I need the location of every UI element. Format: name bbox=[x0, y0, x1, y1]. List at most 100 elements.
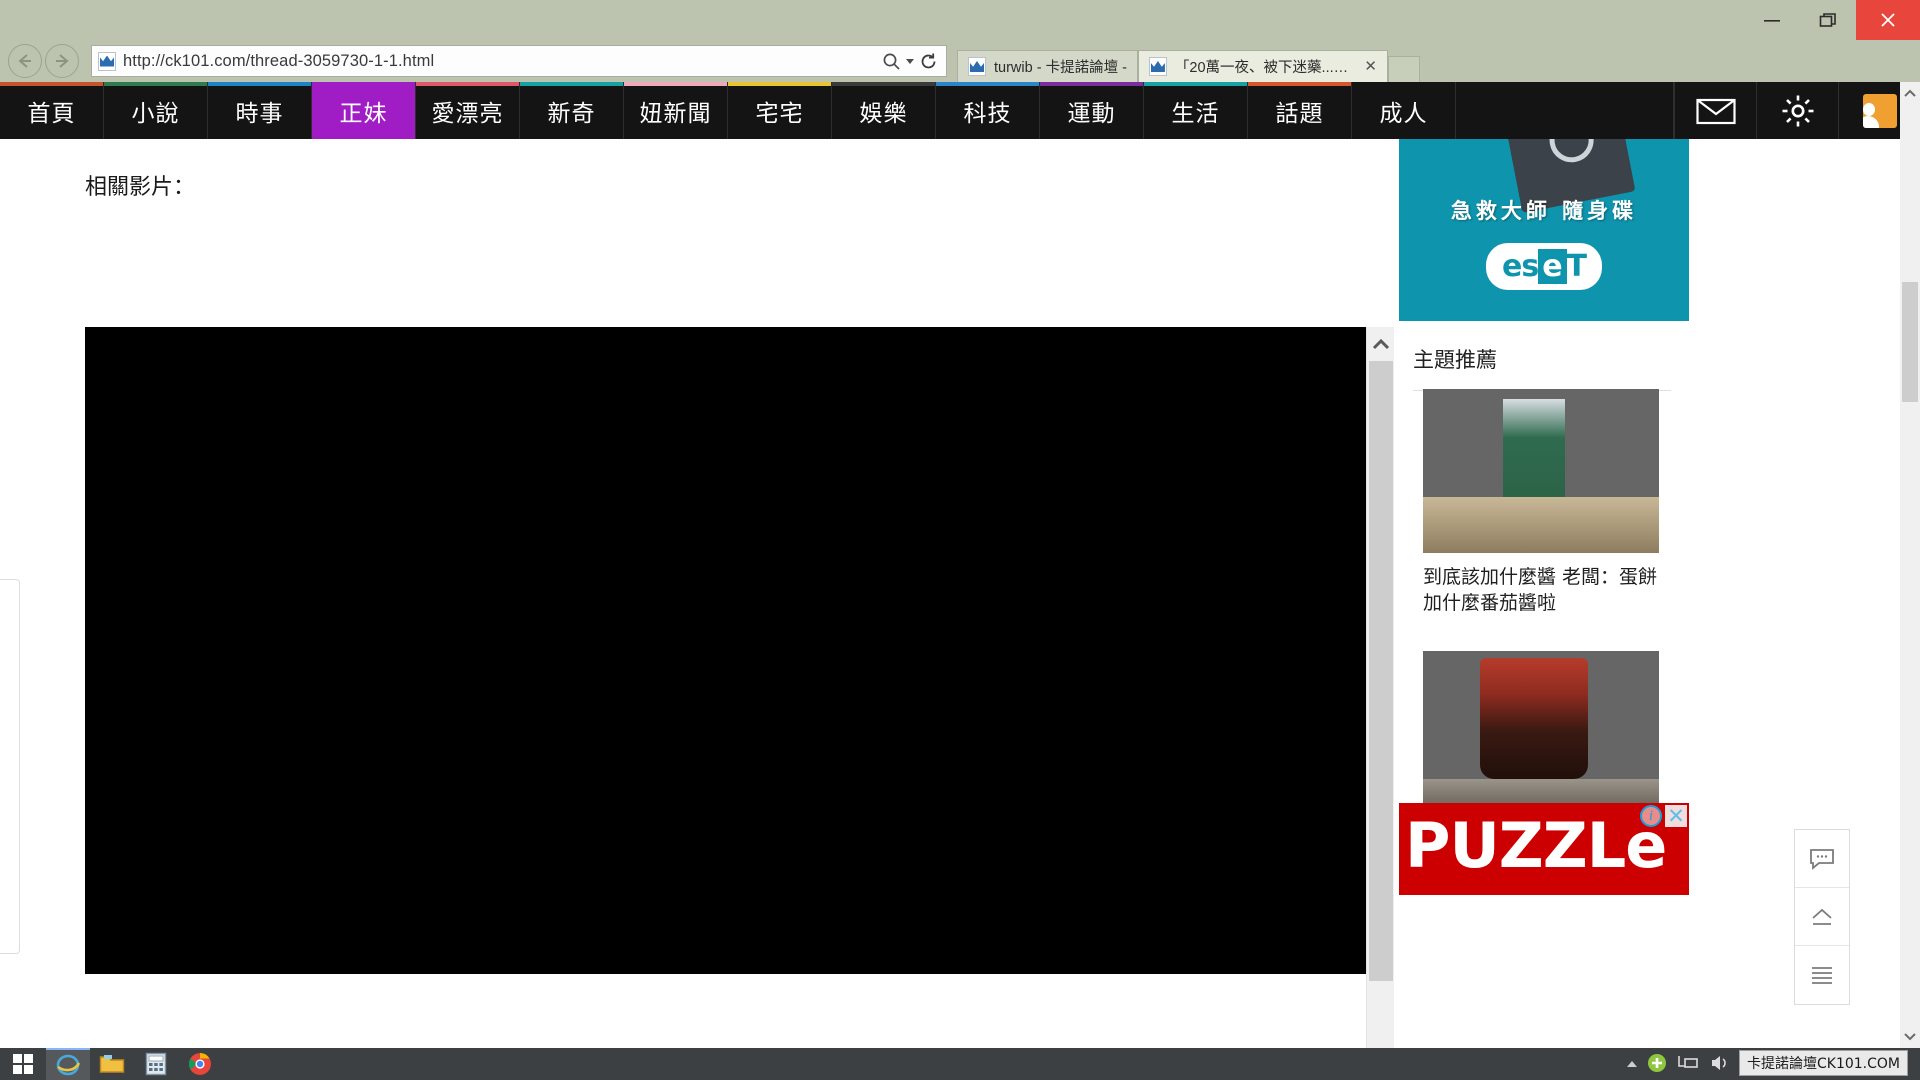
nav-item-novel[interactable]: 小說 bbox=[104, 82, 208, 139]
network-icon[interactable] bbox=[1677, 1054, 1699, 1075]
nav-item-tech[interactable]: 科技 bbox=[936, 82, 1040, 139]
nav-item-entertainment[interactable]: 娛樂 bbox=[832, 82, 936, 139]
restore-button[interactable] bbox=[1800, 0, 1856, 40]
tab-favicon bbox=[968, 57, 986, 76]
ad-info-icon[interactable]: i bbox=[1640, 805, 1662, 827]
page-scrollbar-thumb[interactable] bbox=[1902, 282, 1918, 402]
inner-scrollbar-thumb[interactable] bbox=[1369, 361, 1393, 981]
taskbar: 卡提諾論壇CK101.COM bbox=[0, 1048, 1920, 1080]
tab-favicon bbox=[1148, 57, 1167, 76]
browser-toolbar: http://ck101.com/thread-3059730-1-1.html… bbox=[0, 40, 1920, 107]
gear-icon[interactable] bbox=[1756, 82, 1838, 139]
nav-item-label: 運動 bbox=[1067, 100, 1116, 127]
nav-item-home[interactable]: 首頁 bbox=[0, 82, 104, 139]
eset-banner-ad[interactable]: 急救大師 隨身碟 es e T bbox=[1399, 139, 1689, 321]
nav-accent-bar bbox=[1040, 82, 1143, 86]
minimize-button[interactable] bbox=[1744, 0, 1800, 40]
forward-button[interactable] bbox=[45, 44, 79, 78]
inner-scrollbar[interactable] bbox=[1366, 327, 1394, 1048]
nav-item-sports[interactable]: 運動 bbox=[1040, 82, 1144, 139]
list-icon[interactable] bbox=[1795, 946, 1849, 1004]
nav-item-label: 宅宅 bbox=[755, 100, 804, 127]
nav-item-adult[interactable]: 成人 bbox=[1352, 82, 1456, 139]
address-url-text: http://ck101.com/thread-3059730-1-1.html bbox=[123, 51, 435, 70]
avatar bbox=[1862, 93, 1897, 128]
start-button[interactable] bbox=[0, 1048, 46, 1080]
nav-item-pretty[interactable]: 愛漂亮 bbox=[416, 82, 520, 139]
nav-item-label: 正妹 bbox=[339, 100, 388, 127]
mail-icon[interactable] bbox=[1674, 82, 1756, 139]
page-scrollbar[interactable] bbox=[1900, 82, 1920, 1048]
nav-accent-bar bbox=[0, 82, 103, 86]
chevron-down-icon[interactable] bbox=[906, 58, 914, 64]
nav-item-niusnews[interactable]: 妞新聞 bbox=[624, 82, 728, 139]
back-button[interactable] bbox=[8, 44, 42, 78]
nav-item-news[interactable]: 時事 bbox=[208, 82, 312, 139]
tab-strip: turwib - 卡提諾論壇 - 「20萬一夜、被下迷藥...」... ✕ bbox=[957, 40, 1420, 82]
eset-logo-part3: T bbox=[1566, 249, 1587, 284]
comment-icon[interactable] bbox=[1795, 830, 1849, 888]
scroll-up-icon[interactable] bbox=[1367, 327, 1395, 361]
taskbar-calculator[interactable] bbox=[134, 1048, 178, 1080]
close-icon[interactable]: ✕ bbox=[1665, 805, 1687, 828]
windows-logo-icon bbox=[13, 1054, 33, 1074]
sidebar-column: 急救大師 隨身碟 es e T 主題推薦 到底該加什麼醬 老闆：蛋餅加什麼番茄醬… bbox=[1395, 139, 1892, 1048]
refresh-icon[interactable] bbox=[919, 52, 938, 71]
bakery-photo bbox=[1423, 389, 1659, 553]
nav-accent-bar bbox=[1144, 82, 1247, 86]
nav-accent-bar bbox=[520, 82, 623, 86]
nav-item-label: 生活 bbox=[1171, 100, 1220, 127]
nav-accent-bar bbox=[936, 82, 1039, 86]
nav-accent-bar bbox=[312, 82, 415, 86]
site-favicon bbox=[98, 51, 116, 71]
new-tab-button[interactable] bbox=[1387, 56, 1420, 82]
browser-tab-2[interactable]: 「20萬一夜、被下迷藥...」... ✕ bbox=[1137, 50, 1388, 82]
window-controls bbox=[1744, 0, 1920, 40]
volume-icon[interactable] bbox=[1709, 1054, 1729, 1075]
related-video-player[interactable] bbox=[85, 327, 1366, 974]
browser-window: http://ck101.com/thread-3059730-1-1.html… bbox=[0, 0, 1920, 1080]
sidebar-card-1[interactable]: 到底該加什麼醬 老闆：蛋餅加什麼番茄醬啦 bbox=[1423, 389, 1659, 616]
browser-tab-1[interactable]: turwib - 卡提諾論壇 - bbox=[957, 50, 1138, 82]
scroll-to-top-icon[interactable] bbox=[1795, 888, 1849, 946]
address-bar[interactable]: http://ck101.com/thread-3059730-1-1.html bbox=[91, 45, 947, 77]
eset-logo-part2: e bbox=[1538, 249, 1567, 284]
nav-item-topics[interactable]: 話題 bbox=[1248, 82, 1352, 139]
eset-logo-part1: es bbox=[1501, 249, 1539, 284]
nav-accent-bar bbox=[208, 82, 311, 86]
tab-title: 「20萬一夜、被下迷藥...」... bbox=[1174, 60, 1351, 76]
update-icon[interactable] bbox=[1647, 1053, 1667, 1076]
nav-accent-bar bbox=[104, 82, 207, 86]
taskbar-file-explorer[interactable] bbox=[90, 1048, 134, 1080]
eset-logo: es e T bbox=[1485, 243, 1603, 290]
taskbar-chrome[interactable] bbox=[178, 1048, 222, 1080]
nav-item-label: 娛樂 bbox=[859, 100, 908, 127]
floating-toolbar bbox=[1794, 829, 1850, 1005]
page-scroll-up-icon[interactable] bbox=[1900, 82, 1920, 104]
nav-item-novelty[interactable]: 新奇 bbox=[520, 82, 624, 139]
page-scroll-down-icon[interactable] bbox=[1900, 1026, 1920, 1048]
taskbar-internet-explorer[interactable] bbox=[46, 1048, 90, 1080]
nav-item-beauty[interactable]: 正妹 bbox=[312, 82, 416, 139]
left-side-panel-stub[interactable] bbox=[0, 579, 20, 954]
main-column: 相關影片： WOPOP • • • • • RUNWAY bbox=[0, 139, 1395, 1048]
search-icon[interactable] bbox=[882, 52, 901, 71]
tray-tooltip: 卡提諾論壇CK101.COM bbox=[1738, 1050, 1908, 1076]
nav-item-label: 科技 bbox=[963, 100, 1012, 127]
site-navigation: 首頁 小說 時事 正妹 愛漂亮 新奇 妞新聞 宅宅 娛樂 科技 運動 生活 話題… bbox=[0, 82, 1920, 139]
related-videos-label: 相關影片： bbox=[85, 175, 196, 200]
nav-accent-bar bbox=[1248, 82, 1351, 86]
puzzle-ad-controls: i ✕ bbox=[1640, 805, 1687, 828]
page-content: 相關影片： WOPOP • • • • • RUNWAY bbox=[0, 139, 1920, 1048]
close-button[interactable] bbox=[1856, 0, 1920, 40]
show-hidden-icons-icon[interactable] bbox=[1626, 1061, 1637, 1067]
tab-close-icon[interactable]: ✕ bbox=[1364, 59, 1377, 74]
nav-accent-bar bbox=[416, 82, 519, 86]
puzzle-banner-ad[interactable]: PUZZLe i ✕ bbox=[1399, 803, 1689, 895]
nav-accent-bar bbox=[728, 82, 831, 86]
address-bar-icons bbox=[882, 52, 940, 71]
puzzle-logo: PUZZLe bbox=[1405, 809, 1667, 882]
nav-item-life[interactable]: 生活 bbox=[1144, 82, 1248, 139]
sidebar-heading: 主題推薦 bbox=[1413, 344, 1671, 391]
nav-item-otaku[interactable]: 宅宅 bbox=[728, 82, 832, 139]
